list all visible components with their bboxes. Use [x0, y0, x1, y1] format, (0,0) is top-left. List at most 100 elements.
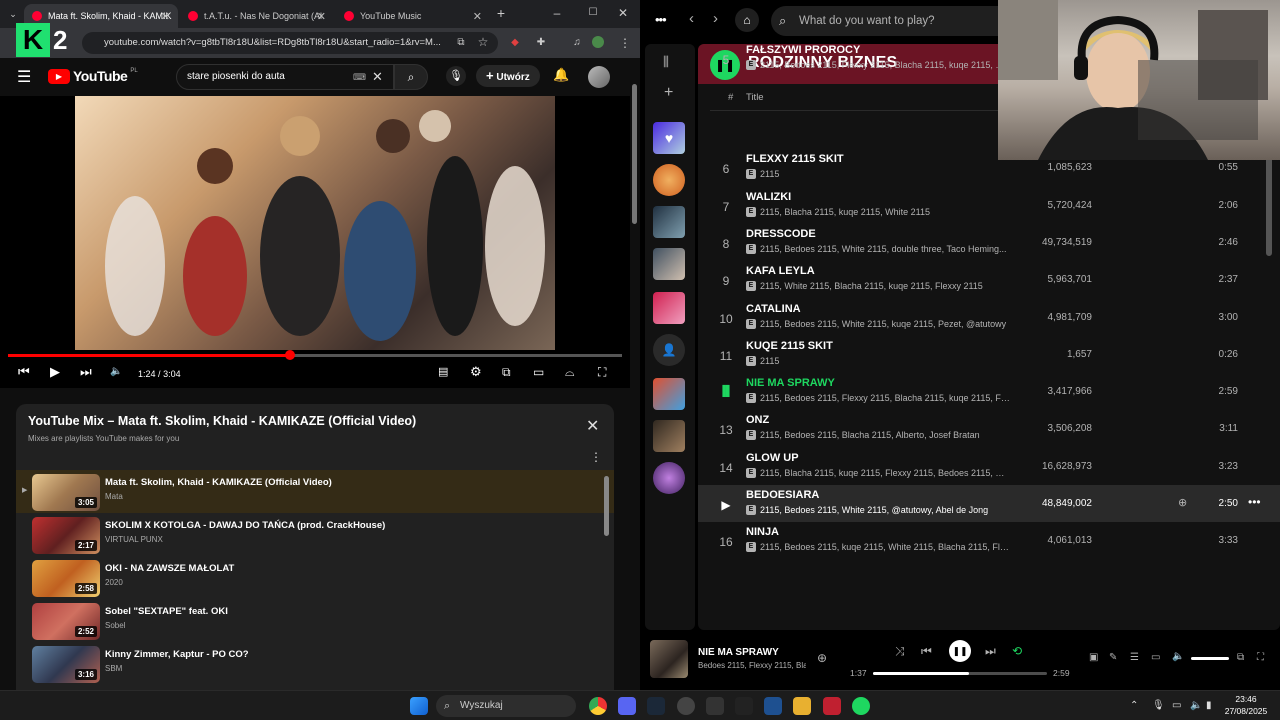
- video-channel[interactable]: Mata: [105, 492, 123, 501]
- playlist-title[interactable]: YouTube Mix – Mata ft. Skolim, Khaid - K…: [28, 414, 416, 428]
- clear-search-icon[interactable]: ✕: [372, 65, 383, 89]
- tab-youtube-tatu[interactable]: t.A.T.u. - Nas Ne Dogoniat (Al ✕: [180, 4, 334, 28]
- cast-icon[interactable]: ⌓: [565, 364, 575, 380]
- library-item-tile[interactable]: [653, 206, 685, 238]
- spotify-menu-icon[interactable]: •••: [655, 12, 667, 27]
- app-icon[interactable]: [677, 697, 695, 715]
- volume-slider[interactable]: [1191, 657, 1229, 660]
- video-channel[interactable]: Sobel: [105, 621, 125, 630]
- microphone-icon[interactable]: 🎙: [1152, 700, 1165, 711]
- extensions-puzzle-icon[interactable]: ✚: [534, 36, 548, 50]
- track-row[interactable]: ▶ BEDOESIARA E 2115, Bedoes 2115, White 211…: [698, 485, 1280, 522]
- repeat-icon[interactable]: ⟲: [1012, 644, 1022, 658]
- video-channel[interactable]: SBM: [105, 664, 122, 673]
- track-row[interactable]: 14 GLOW UP E 2115, Blacha 2115, kuqe 2115, …: [698, 448, 1280, 485]
- playlist-item[interactable]: 2:52 Sobel "SEXTAPE" feat. OKI Sobel: [16, 599, 614, 642]
- tab-youtube-music[interactable]: YouTube Music ✕: [336, 4, 490, 28]
- video-title[interactable]: Mata ft. Skolim, Khaid - KAMIKAZE (Offic…: [105, 477, 332, 488]
- profile-avatar[interactable]: [592, 36, 604, 48]
- track-artists[interactable]: 2115, Bedoes 2115, White 2115, @atutowy,…: [760, 505, 1010, 515]
- track-title[interactable]: KAFA LEYLA: [746, 265, 815, 277]
- spotify-app-icon[interactable]: [852, 697, 870, 715]
- discord-app-icon[interactable]: [618, 697, 636, 715]
- volume-icon[interactable]: 🔈: [1172, 651, 1184, 662]
- track-artists[interactable]: 2115, Bedoes 2115, Flexxy 2115, Blacha 2…: [760, 60, 1010, 70]
- notifications-bell-icon[interactable]: 🔔: [553, 67, 569, 83]
- add-to-library-icon[interactable]: ⊕: [817, 651, 827, 665]
- add-to-playlist-icon[interactable]: ⊕: [1178, 496, 1187, 509]
- video-thumbnail[interactable]: 2:58: [32, 560, 100, 597]
- forward-chevron-icon[interactable]: ›: [713, 10, 718, 27]
- video-player[interactable]: ⏮ ▶ ⏭ 🔈 1:24 / 3:04 ▤ ⚙ ⧉ ▭ ⌓ ⛶: [0, 96, 630, 388]
- page-scrollbar[interactable]: [632, 84, 637, 224]
- playlist-item[interactable]: 3:16 Kinny Zimmer, Kaptur - PO CO? SBM: [16, 642, 614, 685]
- library-item-tile[interactable]: [653, 378, 685, 410]
- track-artists[interactable]: 2115, Blacha 2115, kuqe 2115, Flexxy 211…: [760, 468, 1010, 478]
- browser-menu-icon[interactable]: ⋮: [618, 36, 632, 50]
- track-title[interactable]: BEDOESIARA: [746, 489, 819, 501]
- fullscreen-icon[interactable]: ⛶: [1257, 652, 1264, 663]
- app-icon[interactable]: [764, 697, 782, 715]
- track-row[interactable]: 13 ONZ E 2115, Bedoes 2115, Blacha 2115, Al…: [698, 410, 1280, 447]
- new-tab-button[interactable]: +: [494, 6, 508, 20]
- track-row[interactable]: 9 KAFA LEYLA E 2115, White 2115, Blacha 211…: [698, 261, 1280, 298]
- track-artists[interactable]: 2115: [760, 169, 1010, 179]
- tab-search-icon[interactable]: ⌄: [6, 7, 20, 21]
- video-thumbnail[interactable]: 3:16: [32, 646, 100, 683]
- tracklist-scrollbar[interactable]: [1266, 156, 1272, 256]
- video-thumbnail[interactable]: 3:05: [32, 474, 100, 511]
- volume-icon[interactable]: 🔈: [110, 364, 122, 380]
- pause-button[interactable]: ❚❚: [949, 640, 971, 662]
- now-playing-cover[interactable]: [650, 640, 688, 678]
- track-title[interactable]: ONZ: [746, 414, 769, 426]
- connect-device-icon[interactable]: ▭: [1151, 652, 1160, 663]
- close-tab-icon[interactable]: ✕: [161, 10, 170, 23]
- track-more-icon[interactable]: •••: [1248, 495, 1261, 509]
- playlist-more-icon[interactable]: ⋮: [590, 450, 602, 464]
- track-title[interactable]: KUQE 2115 SKIT: [746, 340, 833, 352]
- app-icon[interactable]: [735, 697, 753, 715]
- close-tab-icon[interactable]: ✕: [317, 10, 326, 23]
- video-title[interactable]: Kinny Zimmer, Kaptur - PO CO?: [105, 649, 249, 660]
- install-app-icon[interactable]: ⧉: [454, 36, 468, 50]
- library-item-tile[interactable]: [653, 164, 685, 196]
- track-artists[interactable]: 2115, White 2115, Blacha 2115, kuqe 2115…: [760, 281, 1010, 291]
- file-explorer-icon[interactable]: [793, 697, 811, 715]
- spotify-search-input[interactable]: ⌕ What do you want to play?: [771, 6, 1021, 36]
- track-artists[interactable]: 2115, Bedoes 2115, White 2115, double th…: [760, 244, 1010, 254]
- library-artist-tile[interactable]: 👤: [653, 334, 685, 366]
- windows-start-icon[interactable]: [410, 697, 428, 715]
- video-frame[interactable]: [75, 96, 555, 350]
- steam-app-icon[interactable]: [647, 697, 665, 715]
- volume-tray-icon[interactable]: 🔈: [1190, 700, 1202, 711]
- track-artists[interactable]: 2115, Bedoes 2115, kuqe 2115, White 2115…: [760, 542, 1010, 552]
- miniplayer-icon[interactable]: ⧉: [1237, 652, 1244, 663]
- now-playing-title[interactable]: NIE MA SPRAWY: [698, 647, 779, 658]
- theater-mode-icon[interactable]: ▭: [533, 364, 544, 380]
- account-avatar[interactable]: [588, 66, 610, 88]
- address-bar[interactable]: youtube.com/watch?v=g8tbTl8r18U&list=RDg…: [82, 32, 498, 54]
- maximize-icon[interactable]: ☐: [586, 6, 600, 20]
- playlist-item[interactable]: ▶ 3:05 Mata ft. Skolim, Khaid - KAMIKAZE…: [16, 470, 614, 513]
- playlist-item[interactable]: 2:17 SKOLIM X KOTOLGA - DAWAJ DO TAŃCA (…: [16, 513, 614, 556]
- queue-icon[interactable]: ☰: [1130, 652, 1139, 663]
- library-item-tile[interactable]: [653, 420, 685, 452]
- video-title[interactable]: OKI - NA ZAWSZE MAŁOLAT: [105, 563, 234, 574]
- video-thumbnail[interactable]: 2:52: [32, 603, 100, 640]
- video-thumbnail[interactable]: 2:17: [32, 517, 100, 554]
- voice-search-icon[interactable]: 🎙: [446, 66, 466, 86]
- play-icon[interactable]: ▶: [50, 364, 60, 380]
- hamburger-menu-icon[interactable]: ☰: [17, 67, 31, 87]
- playlist-item[interactable]: 2:58 OKI - NA ZAWSZE MAŁOLAT 2020: [16, 556, 614, 599]
- track-row[interactable]: 7 WALIZKI E 2115, Blacha 2115, kuqe 2115, W…: [698, 187, 1280, 224]
- track-title[interactable]: CATALINA: [746, 303, 801, 315]
- video-title[interactable]: Sobel "SEXTAPE" feat. OKI: [105, 606, 228, 617]
- liked-songs-tile[interactable]: ♥: [653, 122, 685, 154]
- taskbar-clock[interactable]: 23:46 27/08/2025: [1218, 693, 1274, 717]
- previous-track-icon[interactable]: ⏮: [921, 644, 932, 659]
- library-item-tile[interactable]: [653, 292, 685, 324]
- track-row[interactable]: 11 KUQE 2115 SKIT E 2115 1,657 0:26: [698, 336, 1280, 373]
- track-row[interactable]: 10 CATALINA E 2115, Bedoes 2115, White 2115…: [698, 299, 1280, 336]
- create-button[interactable]: + Utwórz: [476, 65, 540, 87]
- track-row[interactable]: 8 DRESSCODE E 2115, Bedoes 2115, White 2115…: [698, 224, 1280, 261]
